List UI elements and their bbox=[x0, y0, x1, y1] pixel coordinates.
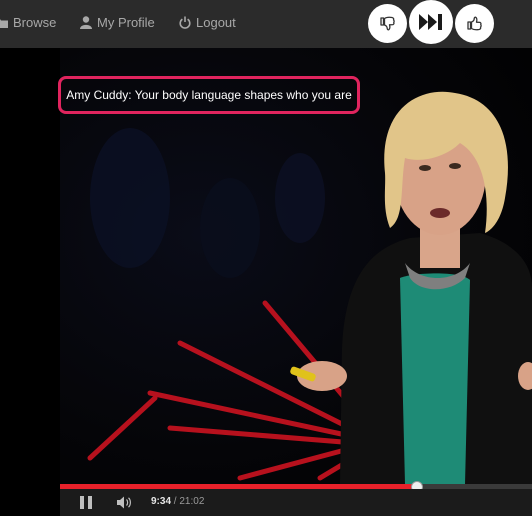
thumbs-down-icon bbox=[380, 16, 395, 31]
pause-icon bbox=[88, 496, 92, 509]
player-controls: 9:34 / 21:02 bbox=[60, 489, 532, 516]
like-button[interactable] bbox=[455, 4, 494, 43]
nav-browse[interactable]: Browse bbox=[0, 12, 56, 32]
speaker-icon bbox=[117, 496, 131, 509]
volume-button[interactable] bbox=[117, 496, 135, 514]
video-frame bbox=[60, 48, 532, 516]
time-separator: / bbox=[173, 496, 177, 507]
nav-logout-label: Logout bbox=[196, 14, 236, 30]
current-time: 9:34 bbox=[151, 496, 172, 507]
nav-logout[interactable]: Logout bbox=[179, 12, 236, 32]
skip-button[interactable] bbox=[409, 0, 453, 44]
pause-button[interactable] bbox=[80, 496, 92, 509]
nav-profile-label: My Profile bbox=[97, 14, 155, 30]
folder-icon bbox=[0, 18, 8, 28]
power-icon bbox=[179, 16, 191, 29]
dislike-button[interactable] bbox=[368, 4, 407, 43]
nav-my-profile[interactable]: My Profile bbox=[80, 12, 155, 32]
fast-forward-icon bbox=[419, 14, 442, 30]
video-title-box: Amy Cuddy: Your body language shapes who… bbox=[58, 76, 360, 114]
duration: 21:02 bbox=[179, 496, 205, 507]
user-icon bbox=[80, 15, 92, 29]
pause-icon bbox=[80, 496, 84, 509]
video-player[interactable]: Amy Cuddy: Your body language shapes who… bbox=[0, 48, 532, 516]
thumbs-up-icon bbox=[467, 16, 482, 31]
video-title: Amy Cuddy: Your body language shapes who… bbox=[66, 88, 352, 102]
time-display: 9:34 / 21:02 bbox=[151, 496, 204, 507]
top-nav-bar: Browse My Profile Logout bbox=[0, 0, 532, 48]
nav-browse-label: Browse bbox=[13, 14, 57, 30]
